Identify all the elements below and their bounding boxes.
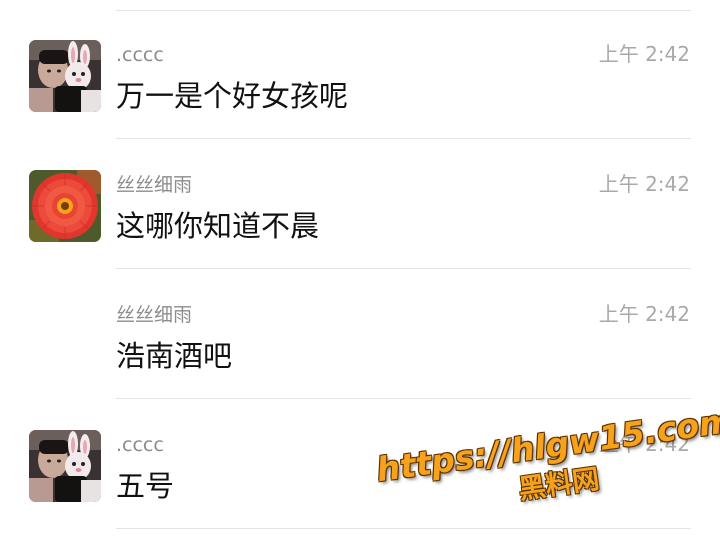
- person-with-bunny-avatar-icon: [29, 40, 101, 112]
- message-text[interactable]: 万一是个好女孩呢: [116, 78, 348, 114]
- sender-name[interactable]: 丝丝细雨: [116, 173, 192, 197]
- chat-message[interactable]: .cccc 上午 2:42 万一是个好女孩呢: [0, 40, 720, 170]
- divider: [116, 528, 691, 529]
- message-text[interactable]: 这哪你知道不晨: [116, 208, 319, 244]
- avatar[interactable]: [29, 430, 101, 502]
- person-with-bunny-avatar-icon: [29, 430, 101, 502]
- sender-name[interactable]: .cccc: [116, 433, 164, 457]
- message-text[interactable]: 五号: [116, 468, 174, 504]
- message-time: 上午 2:42: [598, 302, 690, 326]
- chat-message[interactable]: .cccc 上午 2:42 五号: [0, 430, 720, 560]
- message-time: 上午 2:42: [598, 172, 690, 196]
- red-flower-avatar-icon: [29, 170, 101, 242]
- sender-name[interactable]: .cccc: [116, 43, 164, 67]
- avatar[interactable]: [29, 170, 101, 242]
- message-text[interactable]: 浩南酒吧: [116, 338, 232, 374]
- message-time: 上午 2:42: [598, 42, 690, 66]
- sender-name[interactable]: 丝丝细雨: [116, 303, 192, 327]
- chat-message[interactable]: 丝丝细雨 上午 2:42 这哪你知道不晨: [0, 170, 720, 300]
- avatar[interactable]: [29, 40, 101, 112]
- chat-message[interactable]: 丝丝细雨 上午 2:42 浩南酒吧: [0, 300, 720, 430]
- divider: [116, 398, 691, 399]
- divider: [116, 10, 691, 11]
- message-time: 上午 2:42: [598, 432, 690, 456]
- chat-message-list: .cccc 上午 2:42 万一是个好女孩呢 丝丝细雨 上午 2:42 这哪你知…: [0, 0, 720, 549]
- divider: [116, 268, 691, 269]
- divider: [116, 138, 691, 139]
